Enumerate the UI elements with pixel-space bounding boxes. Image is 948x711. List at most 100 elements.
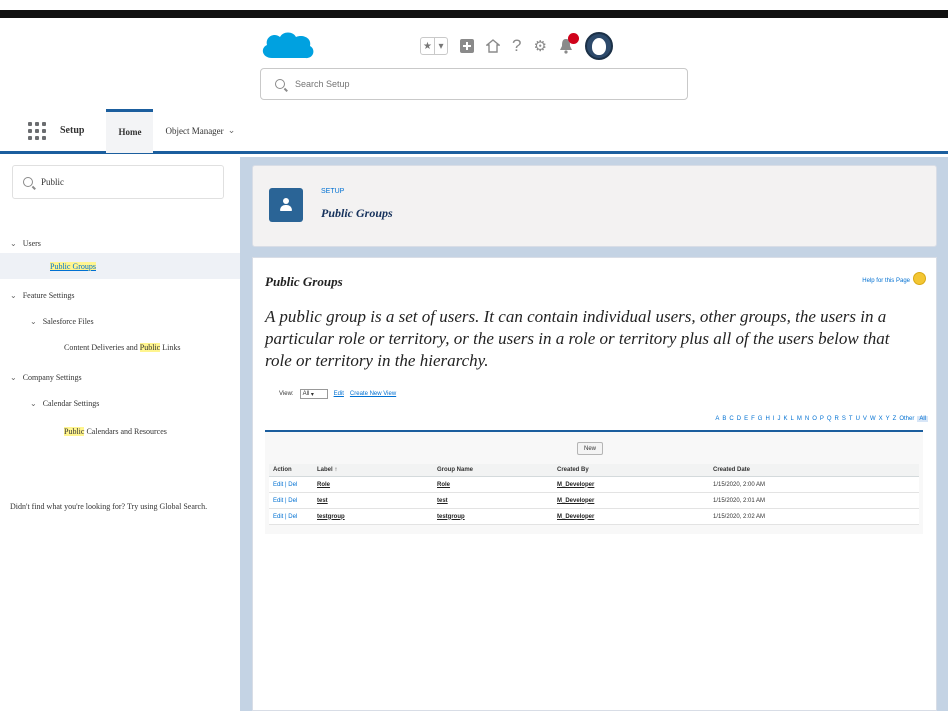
alphabet-filter-link[interactable]: Y	[886, 416, 890, 422]
created-date: 1/15/2020, 2:00 AM	[709, 476, 919, 493]
alphabet-filter-link[interactable]: W	[870, 416, 876, 422]
alphabet-filter-link[interactable]: I	[773, 416, 775, 422]
alphabet-filter-link[interactable]: P	[820, 416, 824, 422]
col-created-date: Created Date	[709, 464, 919, 477]
chevron-down-icon[interactable]: ⌄	[10, 239, 17, 248]
tree-item-public-calendars[interactable]: Public Calendars and Resources	[0, 421, 240, 441]
row-actions[interactable]: Edit | Del	[269, 476, 313, 493]
gear-icon[interactable]: ⚙	[533, 37, 546, 55]
favorites-list-icon[interactable]: ▾	[434, 38, 447, 54]
alphabet-filter-link[interactable]: Z	[893, 416, 897, 422]
breadcrumb[interactable]: SETUP	[321, 188, 344, 195]
alphabet-filter-link[interactable]: U	[856, 416, 860, 422]
created-by-link[interactable]: M_Developer	[553, 476, 709, 493]
tree-item-content-deliveries[interactable]: Content Deliveries and Public Links	[0, 337, 240, 357]
table-header-row: Action Label ↑ Group Name Created By Cre…	[269, 464, 919, 477]
table-row: Edit | Del Role Role M_Developer 1/15/20…	[269, 476, 919, 493]
alphabet-filter-link[interactable]: X	[879, 416, 883, 422]
created-by-link[interactable]: M_Developer	[553, 492, 709, 509]
alphabet-filter-link[interactable]: J	[777, 416, 780, 422]
col-created-by: Created By	[553, 464, 709, 477]
tree-item-company-settings[interactable]: ⌄ Company Settings	[0, 367, 240, 387]
notification-badge	[567, 33, 579, 44]
help-icon[interactable]: ?	[512, 36, 521, 56]
chevron-down-icon[interactable]: ⌄	[30, 317, 37, 326]
help-bubble-icon[interactable]	[913, 272, 926, 285]
add-icon[interactable]	[460, 39, 474, 53]
section-title: Public Groups	[265, 274, 343, 289]
alphabet-filter-link[interactable]: C	[729, 416, 733, 422]
quick-find-box[interactable]	[12, 165, 224, 199]
alphabet-filter-link[interactable]: V	[863, 416, 867, 422]
home-icon[interactable]	[486, 39, 500, 53]
alphabet-filter-link[interactable]: Q	[827, 416, 832, 422]
chevron-down-icon[interactable]: ⌄	[10, 373, 17, 382]
group-label-link[interactable]: testgroup	[313, 508, 433, 525]
global-search-input[interactable]	[295, 79, 595, 89]
favorites-group[interactable]: ★ ▾	[420, 37, 448, 55]
alphabet-filter-link[interactable]: G	[758, 416, 763, 422]
global-search-box[interactable]	[260, 68, 688, 100]
page-header: SETUP Public Groups	[252, 165, 937, 247]
group-label-link[interactable]: test	[313, 492, 433, 509]
alphabet-filter-link[interactable]: O	[812, 416, 817, 422]
main-content-card: Public Groups Help for this Page A publi…	[252, 257, 937, 711]
group-name: Role	[433, 476, 553, 493]
help-for-page-link[interactable]: Help for this Page	[862, 278, 910, 284]
header-utility-icons: ★ ▾ ? ⚙	[420, 32, 613, 60]
tree-item-feature-settings[interactable]: ⌄ Feature Settings	[0, 285, 240, 305]
col-label[interactable]: Label ↑	[313, 464, 433, 477]
created-date: 1/15/2020, 2:02 AM	[709, 508, 919, 525]
chevron-down-icon[interactable]: ⌄	[228, 125, 236, 136]
alphabet-filter-link[interactable]: Other	[899, 416, 914, 422]
alphabet-filter-link[interactable]: R	[835, 416, 839, 422]
view-select[interactable]: All ▾	[299, 389, 328, 399]
alphabet-filter-link[interactable]: D	[737, 416, 741, 422]
table-row: Edit | Del testgroup testgroup M_Develop…	[269, 508, 919, 525]
alphabet-filter-link[interactable]: T	[849, 416, 853, 422]
app-nav-bar: Setup Home Object Manager ⌄	[0, 108, 948, 154]
view-label: View:	[279, 391, 294, 397]
created-by-link[interactable]: M_Developer	[553, 508, 709, 525]
alphabet-filter-link[interactable]: N	[805, 416, 809, 422]
quick-find-input[interactable]	[41, 177, 201, 187]
alphabet-filter: A B C D E F G H I J K L M N O P Q R S T U V W X Y Z Other All	[715, 416, 928, 422]
chevron-down-icon[interactable]: ⌄	[30, 399, 37, 408]
alphabet-filter-link[interactable]: L	[791, 416, 794, 422]
page-description: A public group is a set of users. It can…	[265, 307, 890, 370]
new-group-button[interactable]: New	[577, 442, 603, 455]
alphabet-filter-link[interactable]: E	[744, 416, 748, 422]
tab-object-manager[interactable]: Object Manager ⌄	[153, 109, 247, 153]
user-avatar[interactable]	[584, 32, 613, 60]
app-name: Setup	[60, 125, 85, 136]
chevron-down-icon[interactable]: ⌄	[10, 291, 17, 300]
alphabet-filter-link[interactable]: M	[797, 416, 802, 422]
tree-item-calendar-settings[interactable]: ⌄ Calendar Settings	[0, 393, 240, 413]
alphabet-filter-link[interactable]: H	[765, 416, 769, 422]
groups-table: Action Label ↑ Group Name Created By Cre…	[269, 464, 919, 525]
alphabet-filter-link[interactable]: F	[751, 416, 755, 422]
row-actions[interactable]: Edit | Del	[269, 492, 313, 509]
alphabet-filter-link[interactable]: S	[842, 416, 846, 422]
alphabet-filter-link[interactable]: All	[917, 416, 928, 422]
group-label-link[interactable]: Role	[313, 476, 433, 493]
row-actions[interactable]: Edit | Del	[269, 508, 313, 525]
tree-item-salesforce-files[interactable]: ⌄ Salesforce Files	[0, 311, 240, 331]
tab-home[interactable]: Home	[106, 108, 154, 153]
create-new-view-link[interactable]: Create New View	[350, 391, 396, 397]
top-border	[0, 10, 948, 18]
alphabet-filter-link[interactable]: B	[722, 416, 726, 422]
alphabet-filter-link[interactable]: K	[783, 416, 787, 422]
favorites-star-icon[interactable]: ★	[421, 38, 434, 54]
list-view-controls: View: All ▾ Edit Create New View	[279, 389, 396, 399]
created-date: 1/15/2020, 2:01 AM	[709, 492, 919, 509]
tree-item-users[interactable]: ⌄ Users	[0, 233, 240, 253]
tree-item-public-groups[interactable]: Public Groups	[0, 253, 240, 279]
notification-bell-icon[interactable]	[559, 33, 579, 54]
alphabet-filter-link[interactable]: A	[715, 416, 719, 422]
search-icon	[275, 79, 285, 89]
sort-ascending-icon[interactable]: ↑	[334, 467, 337, 473]
salesforce-logo[interactable]	[258, 28, 316, 66]
edit-view-link[interactable]: Edit	[334, 391, 344, 397]
app-launcher-icon[interactable]	[26, 120, 48, 142]
